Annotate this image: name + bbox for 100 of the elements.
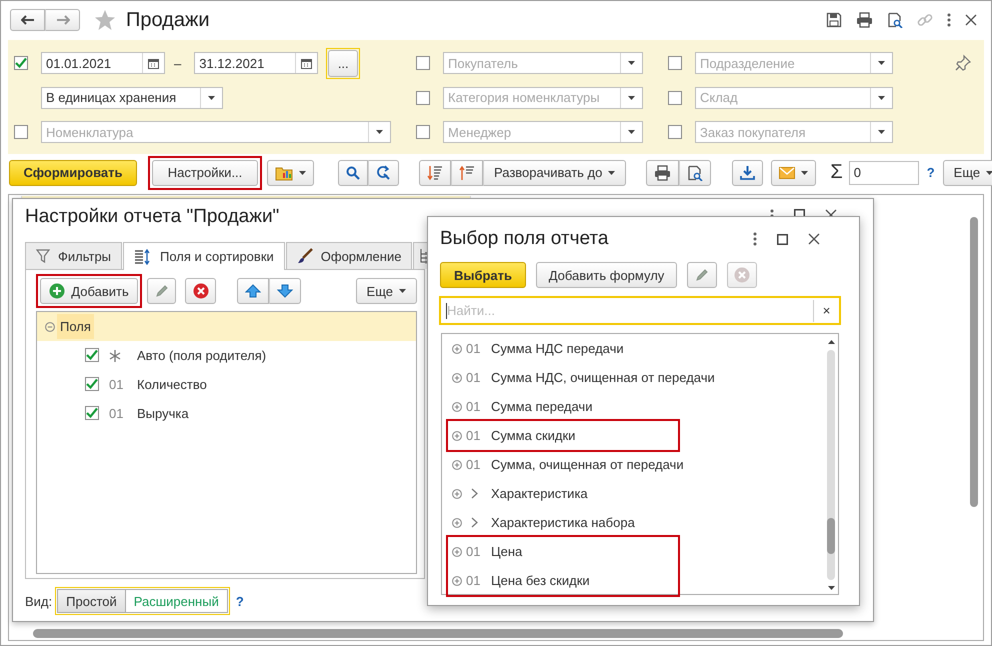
settings-button[interactable]: Настройки... [152, 160, 258, 186]
delete-icon [734, 267, 750, 283]
caret-icon [628, 96, 635, 100]
generate-button[interactable]: Сформировать [9, 160, 137, 186]
period-button[interactable]: ... [328, 50, 358, 77]
chevron-icon [471, 517, 478, 528]
download-button[interactable] [732, 160, 764, 186]
field-label: Авто (поля родителя) [136, 347, 268, 365]
caret-icon [299, 170, 306, 174]
preview-button[interactable] [679, 160, 712, 186]
sort-ascending-button[interactable] [451, 160, 483, 186]
tab[interactable]: Поля и сортировки [123, 242, 285, 270]
field-name[interactable]: Сумма НДС передачи [491, 341, 624, 356]
down-arrow-icon [277, 284, 293, 298]
sort-descending-button[interactable] [419, 160, 451, 186]
pencil-icon [695, 268, 709, 282]
add-formula-button[interactable]: Добавить формулу [536, 262, 677, 288]
caret-icon [628, 61, 635, 66]
checkbox[interactable] [85, 406, 99, 420]
back-button[interactable] [10, 9, 45, 31]
caret-icon [376, 130, 383, 134]
checkbox[interactable] [85, 348, 99, 362]
link-icon [917, 12, 933, 28]
sort-descending-icon [427, 164, 443, 180]
checkbox[interactable] [668, 56, 682, 70]
select-field[interactable]: В единицах хранения [41, 86, 223, 109]
chevron-icon [471, 488, 478, 499]
expand-button[interactable]: Разворачивать до [483, 160, 626, 186]
add-button[interactable]: Добавить [40, 278, 138, 304]
field-name[interactable]: Цена без скидки [491, 573, 590, 588]
scroll-up-icon [828, 340, 834, 344]
caret-icon [878, 96, 885, 100]
maximize-icon [777, 234, 788, 244]
field-name[interactable]: Цена [491, 544, 522, 559]
expand-icon [452, 576, 462, 586]
date-field[interactable]: 01.01.2021 [41, 52, 165, 74]
move-up-button[interactable] [237, 278, 269, 304]
forward-arrow-icon [56, 15, 70, 25]
fields-sort-icon [134, 248, 152, 264]
checkbox[interactable] [14, 125, 28, 140]
more-button[interactable]: Еще [356, 278, 417, 304]
type-label: 01 [109, 377, 124, 392]
scroll-thumb[interactable] [827, 518, 835, 554]
edit-button[interactable] [147, 278, 176, 304]
move-down-button[interactable] [269, 278, 301, 304]
type-label: 01 [466, 428, 482, 443]
field-name[interactable]: Сумма передачи [491, 399, 592, 414]
search-button[interactable] [338, 160, 368, 186]
type-label: 01 [466, 544, 482, 559]
report-options-button[interactable] [267, 160, 314, 186]
view-option[interactable]: Простой [57, 589, 126, 613]
plus-icon [49, 283, 66, 299]
back-arrow-icon [20, 15, 34, 25]
checkbox[interactable] [416, 90, 430, 105]
checkbox[interactable] [14, 56, 28, 70]
send-button[interactable] [771, 160, 816, 186]
expand-icon [452, 372, 462, 382]
preview-icon [887, 12, 903, 28]
sum-field[interactable]: 0 [848, 160, 919, 184]
type-label: 01 [466, 573, 482, 588]
search-icon [346, 166, 360, 180]
date-field[interactable]: 31.12.2021 [194, 52, 318, 74]
printer-icon [856, 12, 873, 28]
field-name[interactable]: Характеристика набора [491, 515, 635, 530]
tree-row[interactable]: Поля [37, 312, 416, 341]
tab[interactable]: Оформление [286, 242, 412, 269]
caret-icon [828, 586, 834, 590]
expand-icon [452, 488, 462, 498]
help-link[interactable]: ? [926, 165, 935, 180]
view-option[interactable]: Расширенный [126, 589, 228, 613]
field-label: Поля [57, 314, 94, 339]
edit-button[interactable] [687, 262, 717, 288]
help-link[interactable]: ? [236, 594, 244, 608]
checkbox[interactable] [668, 90, 682, 105]
expand-icon [452, 518, 462, 528]
search-field[interactable]: Найти... × [439, 296, 841, 325]
save-icon [826, 12, 842, 28]
print-button[interactable] [646, 160, 680, 186]
field-name[interactable]: Сумма, очищенная от передачи [491, 457, 684, 472]
caret-icon [801, 170, 808, 174]
field-name[interactable]: Сумма НДС, очищенная от передачи [491, 370, 715, 385]
tab[interactable] [413, 242, 428, 269]
scroll-track[interactable] [827, 350, 835, 580]
checkbox[interactable] [668, 125, 682, 140]
delete-button[interactable] [185, 278, 216, 304]
window-title: Продажи [126, 8, 210, 32]
checkbox[interactable] [416, 56, 430, 70]
caret-icon [878, 130, 885, 134]
clear-button[interactable]: × [813, 300, 839, 322]
search-refresh-button[interactable] [368, 160, 399, 186]
tab[interactable]: Фильтры [25, 242, 122, 269]
checkbox[interactable] [85, 376, 99, 390]
more-button[interactable]: Еще [942, 160, 992, 186]
expand-icon [452, 344, 462, 354]
field-name[interactable]: Характеристика [491, 486, 588, 501]
close-icon [965, 14, 977, 26]
field-name[interactable]: Сумма скидки [491, 428, 576, 443]
checkbox[interactable] [416, 125, 430, 140]
report-options-icon [275, 164, 293, 180]
select-button[interactable]: Выбрать [440, 262, 526, 288]
